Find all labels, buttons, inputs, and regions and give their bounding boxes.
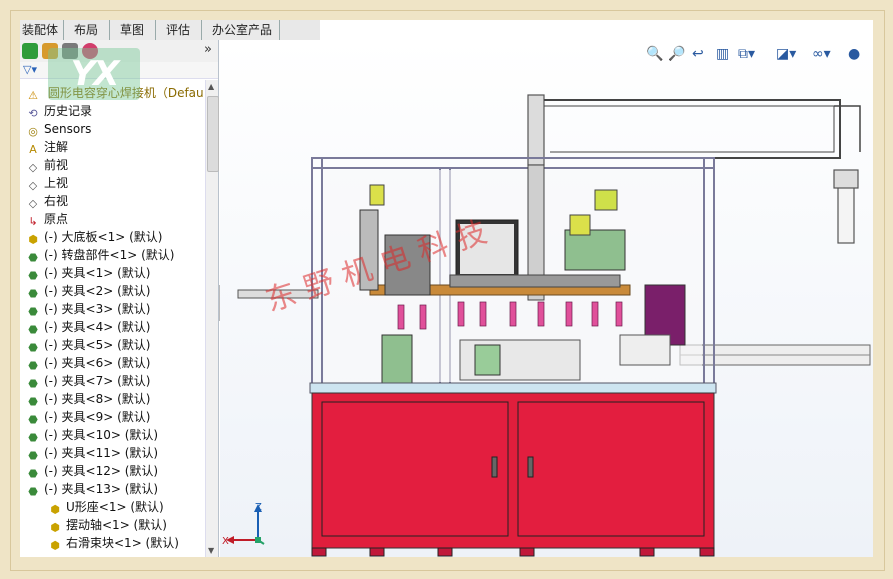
tree-item-label: 历史记录 [44, 104, 93, 118]
part-icon: ⬢ [28, 233, 38, 246]
tree-item[interactable]: ⬣ (-) 夹具<11> (默认) [26, 444, 158, 462]
assembly-icon: ⬣ [28, 287, 38, 300]
scroll-up-icon[interactable]: ▲ [208, 82, 214, 91]
tree-item[interactable]: ⬣ (-) 夹具<1> (默认) [26, 264, 150, 282]
assembly-icon: ⬣ [28, 377, 38, 390]
tree-item[interactable]: ⬣ (-) 夹具<6> (默认) [26, 354, 150, 372]
warning-icon: ⚠ [28, 89, 38, 102]
tab-sketch[interactable]: 草图 [110, 20, 156, 40]
assembly-icon: ⬣ [28, 413, 38, 426]
sensor-icon: ◎ [28, 125, 38, 138]
tree-item-label: Sensors [44, 122, 92, 136]
tree-item-label: (-) 夹具<3> (默认) [44, 302, 151, 316]
tree-item-label: (-) 夹具<1> (默认) [44, 266, 151, 280]
tree-item-label: (-) 大底板<1> (默认) [44, 230, 163, 244]
tree-item[interactable]: ⬣ (-) 夹具<3> (默认) [26, 300, 150, 318]
tree-item-label: (-) 夹具<13> (默认) [44, 482, 159, 496]
plane-icon: ◇ [28, 179, 38, 192]
assembly-icon: ⬣ [28, 269, 38, 282]
tree-item-label: (-) 夹具<2> (默认) [44, 284, 151, 298]
scroll-down-icon[interactable]: ▼ [208, 546, 214, 555]
feature-manager-panel: » ▽▾ ⚠ 圆形电容穿心焊接机（Defau ⟲ 历史记录 ◎ Sensors A 注解 ◇… [20, 40, 219, 557]
scroll-thumb[interactable] [207, 96, 219, 172]
tree-item-label: (-) 夹具<7> (默认) [44, 374, 151, 388]
tree-item-label: (-) 夹具<4> (默认) [44, 320, 151, 334]
feature-tree: ⚠ 圆形电容穿心焊接机（Defau ⟲ 历史记录 ◎ Sensors A 注解 ◇ 前视 ◇ 上视… [20, 80, 206, 557]
tree-item-label: 前视 [44, 158, 69, 172]
tree-item[interactable]: ⬣ (-) 夹具<5> (默认) [26, 336, 150, 354]
filter-icon[interactable]: ▽▾ [23, 63, 37, 76]
assembly-icon: ⬣ [28, 305, 38, 318]
logo: YX [48, 48, 140, 100]
tree-scrollbar[interactable]: ▲ ▼ [205, 80, 219, 557]
part-icon: ⬢ [50, 521, 60, 534]
assembly-icon: ⬣ [28, 485, 38, 498]
tree-item-label: (-) 夹具<6> (默认) [44, 356, 151, 370]
double-chevron-right-icon[interactable]: » [204, 42, 212, 57]
tree-item-label: 注解 [44, 140, 69, 154]
reference-triad [226, 504, 265, 545]
tree-item[interactable]: ◇ 右视 [26, 192, 68, 210]
tree-item[interactable]: ⬣ (-) 夹具<7> (默认) [26, 372, 150, 390]
command-manager-tabs: 装配体 布局 草图 评估 办公室产品 [20, 20, 320, 40]
tree-item[interactable]: ⬣ (-) 夹具<13> (默认) [26, 480, 158, 498]
plane-icon: ◇ [28, 197, 38, 210]
tree-item[interactable]: ⬣ (-) 夹具<9> (默认) [26, 408, 150, 426]
tree-item-label: U形座<1> (默认) [66, 500, 164, 514]
solidworks-window: 装配体 布局 草图 评估 办公室产品 » ▽▾ ⚠ 圆形电容穿心焊接机（Defa… [20, 20, 873, 557]
assembly-icon: ⬣ [28, 449, 38, 462]
tree-item-label: (-) 夹具<11> (默认) [44, 446, 159, 460]
assembly-icon: ⬣ [28, 341, 38, 354]
tree-item-label: 右滑束块<1> (默认) [66, 536, 179, 550]
tab-evaluate[interactable]: 评估 [156, 20, 202, 40]
tree-item[interactable]: ⬣ (-) 夹具<12> (默认) [26, 462, 158, 480]
tree-item[interactable]: ◇ 上视 [26, 174, 68, 192]
annotation-icon: A [29, 143, 37, 156]
x-axis-label: X [222, 536, 229, 547]
graphics-viewport[interactable]: 🔍 🔎 ↩ ▥ ⧉▾ ◪▾ ∞▾ ● 东野机电科技 Z X [220, 40, 873, 557]
tree-item[interactable]: ⬢ U形座<1> (默认) [48, 498, 164, 516]
tree-item[interactable]: A 注解 [26, 138, 68, 156]
tree-item-label: (-) 夹具<5> (默认) [44, 338, 151, 352]
assembly-icon: ⬣ [28, 251, 38, 264]
history-icon: ⟲ [28, 107, 38, 120]
tree-item-label: 上视 [44, 176, 69, 190]
tree-item[interactable]: ⬢ 摆动轴<1> (默认) [48, 516, 167, 534]
tab-layout[interactable]: 布局 [64, 20, 110, 40]
assembly-icon: ⬣ [28, 359, 38, 372]
tree-item-label: (-) 夹具<10> (默认) [44, 428, 159, 442]
tree-item[interactable]: ↳ 原点 [26, 210, 68, 228]
tree-item[interactable]: ⬣ (-) 夹具<10> (默认) [26, 426, 158, 444]
tree-item[interactable]: ⬢ (-) 大底板<1> (默认) [26, 228, 162, 246]
tree-item-label: (-) 夹具<8> (默认) [44, 392, 151, 406]
tree-item[interactable]: ⬣ (-) 夹具<4> (默认) [26, 318, 150, 336]
tree-item[interactable]: ⬣ (-) 夹具<8> (默认) [26, 390, 150, 408]
tree-item-label: 摆动轴<1> (默认) [66, 518, 167, 532]
tree-item[interactable]: ⬣ (-) 夹具<2> (默认) [26, 282, 150, 300]
feature-tree-icon[interactable] [22, 43, 38, 59]
tab-assembly[interactable]: 装配体 [20, 20, 64, 40]
tree-item-label: (-) 转盘部件<1> (默认) [44, 248, 175, 262]
tab-office-products[interactable]: 办公室产品 [202, 20, 280, 40]
assembly-icon: ⬣ [28, 323, 38, 336]
tree-item[interactable]: ◇ 前视 [26, 156, 68, 174]
tree-item-label: 原点 [44, 212, 69, 226]
tree-item-label: (-) 夹具<12> (默认) [44, 464, 159, 478]
assembly-icon: ⬣ [28, 431, 38, 444]
tree-item[interactable]: ◎ Sensors [26, 120, 91, 138]
assembly-icon: ⬣ [28, 467, 38, 480]
tree-item[interactable]: ⬢ 右滑束块<1> (默认) [48, 534, 179, 552]
part-icon: ⬢ [50, 539, 60, 552]
part-icon: ⬢ [50, 503, 60, 516]
plane-icon: ◇ [28, 161, 38, 174]
tree-item[interactable]: ⟲ 历史记录 [26, 102, 92, 120]
origin-icon: ↳ [28, 215, 38, 228]
tree-item-label: (-) 夹具<9> (默认) [44, 410, 151, 424]
assembly-icon: ⬣ [28, 395, 38, 408]
tree-item-label: 右视 [44, 194, 69, 208]
z-axis-label: Z [255, 502, 262, 513]
tree-item[interactable]: ⬣ (-) 转盘部件<1> (默认) [26, 246, 174, 264]
